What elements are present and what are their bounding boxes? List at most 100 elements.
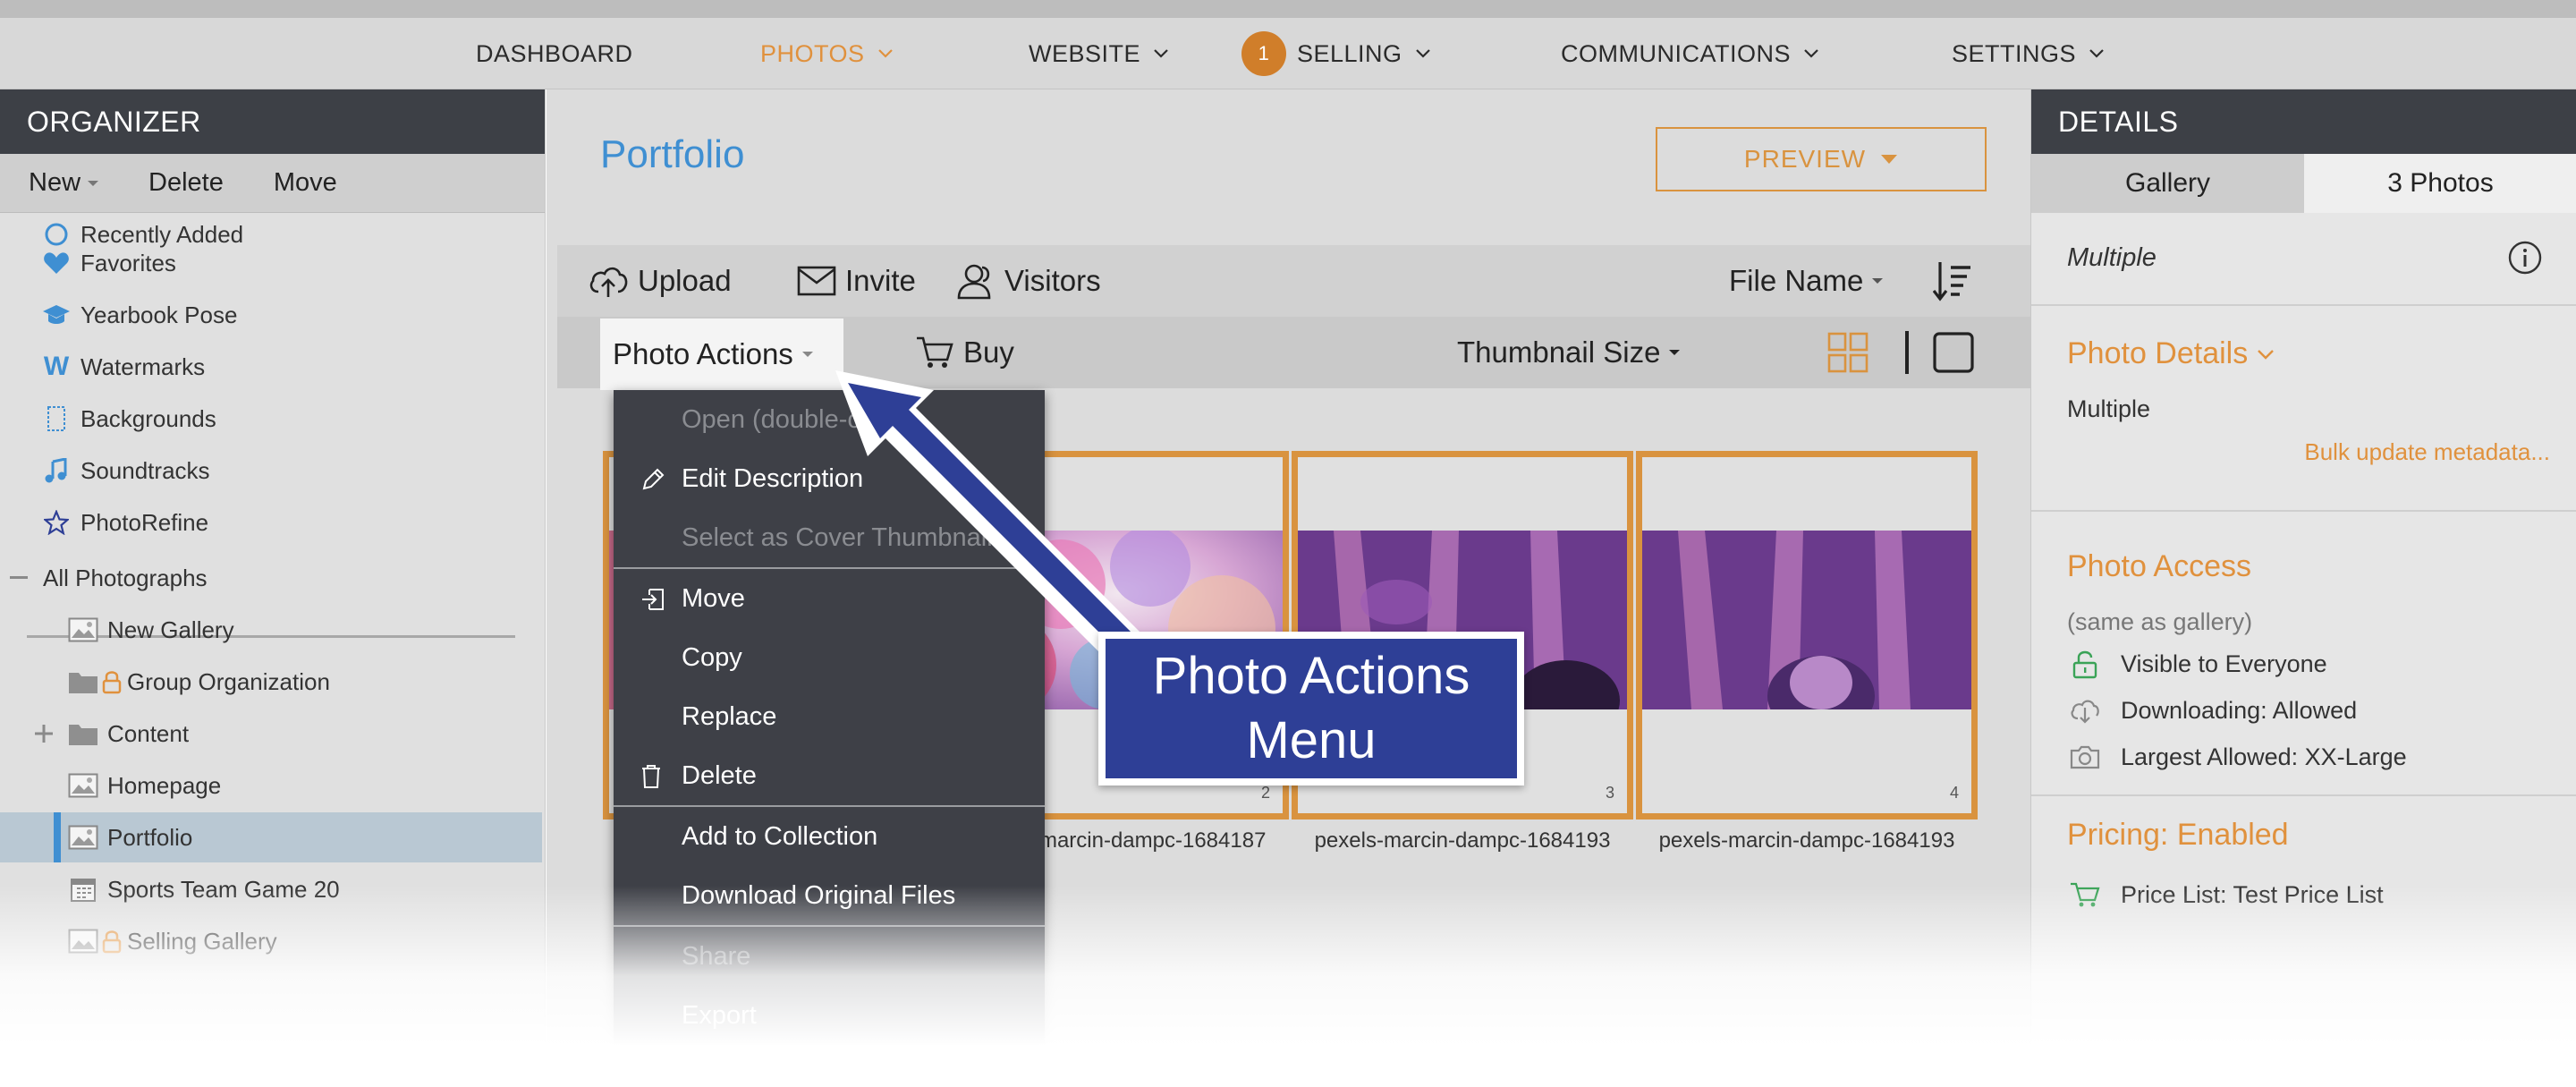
callout-line-1: Photo Actions	[1152, 647, 1470, 705]
nav-selling[interactable]: 1 SELLING	[1241, 18, 1431, 89]
tree-item-selling-gallery[interactable]: Selling Gallery	[0, 916, 542, 966]
sort-dropdown[interactable]: File Name	[1729, 245, 1885, 317]
menu-item-add-to-collection[interactable]: Add to Collection	[614, 807, 1045, 866]
nav-settings[interactable]: SETTINGS	[1952, 18, 2105, 89]
nav-website[interactable]: WEBSITE	[1029, 18, 1169, 89]
menu-item-edit-description[interactable]: Edit Description	[614, 449, 1045, 508]
photo-actions-button[interactable]: Photo Actions	[600, 318, 843, 390]
menu-item-open[interactable]: Open (double-click)	[614, 390, 1045, 449]
grid-view-button[interactable]	[1827, 317, 1868, 388]
menu-item-replace[interactable]: Replace	[614, 687, 1045, 746]
photo-thumbnail-4[interactable]: 4	[1636, 451, 1978, 819]
tree-item-photorefine[interactable]: PhotoRefine	[0, 497, 542, 548]
upload-label: Upload	[638, 264, 732, 297]
single-view-button[interactable]	[1933, 317, 1974, 388]
menu-item-label: Export	[682, 1000, 757, 1030]
menu-item-delete[interactable]: Delete	[614, 746, 1045, 805]
nav-settings-label: SETTINGS	[1952, 39, 2077, 67]
photo-details-title: Photo Details	[2067, 336, 2249, 370]
folder-icon	[68, 718, 98, 749]
photo-toolbar-primary: Upload Invite Visitors File Name	[557, 245, 2030, 317]
move-button[interactable]: Move	[274, 168, 337, 198]
tree-item-content[interactable]: Content	[0, 709, 542, 759]
photo-details-toggle[interactable]: Photo Details	[2067, 336, 2275, 371]
menu-item-label: Add to Collection	[682, 821, 878, 851]
tab-gallery[interactable]: Gallery	[2031, 154, 2304, 213]
details-header: DETAILS	[2031, 89, 2576, 154]
tree-item-sports-team-game[interactable]: Sports Team Game 20	[0, 864, 542, 914]
page-title: Portfolio	[600, 132, 745, 176]
sort-direction-button[interactable]	[1933, 245, 1972, 317]
tree-item-label: New Gallery	[107, 616, 234, 643]
menu-item-select-cover[interactable]: Select as Cover Thumbnail	[614, 508, 1045, 567]
bulk-update-link[interactable]: Bulk update metadata...	[2304, 438, 2550, 466]
menu-item-label: Delete	[682, 760, 757, 790]
tree-item-all-photographs[interactable]: All Photographs	[0, 553, 542, 603]
nav-communications[interactable]: COMMUNICATIONS	[1561, 18, 1819, 89]
lock-icon	[100, 667, 123, 697]
tree-item-favorites[interactable]: Favorites	[0, 238, 542, 288]
tree-item-label: Backgrounds	[80, 404, 216, 432]
visitors-button[interactable]: Visitors	[956, 245, 1101, 317]
nav-photos-label: PHOTOS	[760, 39, 865, 67]
nav-photos[interactable]: PHOTOS	[760, 18, 894, 89]
photo-caption: pexels-marcin-dampc-1684193	[1314, 828, 1611, 853]
cart-icon	[915, 335, 954, 370]
tree-item-watermarks[interactable]: W Watermarks	[0, 342, 542, 392]
caret-down-icon	[1880, 154, 1898, 165]
menu-item-move[interactable]: Move	[614, 569, 1045, 628]
preview-button-label: PREVIEW	[1743, 145, 1867, 173]
chevron-down-icon	[877, 48, 894, 59]
organizer-title: ORGANIZER	[27, 105, 201, 138]
photo-details-section: Photo Details Multiple Bulk update metad…	[2031, 306, 2576, 512]
photo-access-subtitle: (same as gallery)	[2067, 608, 2253, 635]
access-size-row: Largest Allowed: XX-Large	[2067, 739, 2407, 775]
tree-item-homepage[interactable]: Homepage	[0, 760, 542, 811]
move-in-icon	[640, 587, 665, 612]
details-panel: DETAILS Gallery 3 Photos Multiple Photo …	[2030, 89, 2576, 1087]
tree-item-label: Yearbook Pose	[80, 301, 238, 328]
tree-item-label: Content	[107, 719, 190, 747]
top-navigation: DASHBOARD PHOTOS WEBSITE 1 SELLING COMMU…	[0, 18, 2576, 89]
new-button[interactable]: New	[29, 168, 100, 198]
menu-item-label: Copy	[682, 642, 742, 672]
buy-button[interactable]: Buy	[915, 317, 1014, 388]
upload-button[interactable]: Upload	[588, 245, 732, 317]
tree-item-label: All Photographs	[43, 564, 208, 591]
preview-button[interactable]: PREVIEW	[1656, 127, 1987, 191]
menu-item-label: Download Original Files	[682, 880, 956, 910]
gallery-icon	[68, 770, 98, 801]
menu-item-export[interactable]: Export	[614, 986, 1045, 1043]
info-icon[interactable]	[2507, 240, 2543, 276]
tree-item-group-organization[interactable]: Group Organization	[0, 657, 542, 707]
tree-item-backgrounds[interactable]: Backgrounds	[0, 394, 542, 444]
invite-button[interactable]: Invite	[797, 245, 916, 317]
nav-dashboard[interactable]: DASHBOARD	[476, 18, 633, 89]
price-list-row: Price List: Test Price List	[2067, 877, 2384, 913]
tree-item-label: Watermarks	[80, 352, 206, 380]
menu-item-copy[interactable]: Copy	[614, 628, 1045, 687]
delete-button[interactable]: Delete	[148, 168, 224, 198]
menu-item-label: Open (double-click)	[682, 404, 907, 434]
cloud-upload-icon	[588, 263, 629, 299]
tree-item-portfolio[interactable]: Portfolio	[0, 812, 542, 862]
menu-item-share[interactable]: Share	[614, 927, 1045, 986]
photo-access-section: Photo Access (same as gallery) Visible t…	[2031, 512, 2576, 796]
selection-summary: Multiple	[2031, 213, 2576, 306]
tree-item-label: Group Organization	[127, 667, 330, 695]
chevron-down-icon	[2258, 349, 2275, 360]
envelope-icon	[797, 266, 836, 296]
nav-website-label: WEBSITE	[1029, 39, 1141, 67]
nav-selling-label: SELLING	[1297, 39, 1402, 67]
menu-item-download-original[interactable]: Download Original Files	[614, 866, 1045, 925]
heart-icon	[41, 248, 72, 278]
selection-label: Multiple	[2067, 243, 2157, 272]
tree-item-new-gallery[interactable]: New Gallery	[0, 605, 542, 655]
cloud-download-icon	[2067, 697, 2103, 724]
menu-item-label: Share	[682, 941, 751, 971]
tab-photos[interactable]: 3 Photos	[2304, 154, 2576, 213]
tree-item-yearbook-pose[interactable]: Yearbook Pose	[0, 290, 542, 340]
calendar-icon	[68, 874, 98, 904]
tree-item-soundtracks[interactable]: Soundtracks	[0, 446, 542, 496]
thumbnail-size-dropdown[interactable]: Thumbnail Size	[1457, 317, 1682, 388]
